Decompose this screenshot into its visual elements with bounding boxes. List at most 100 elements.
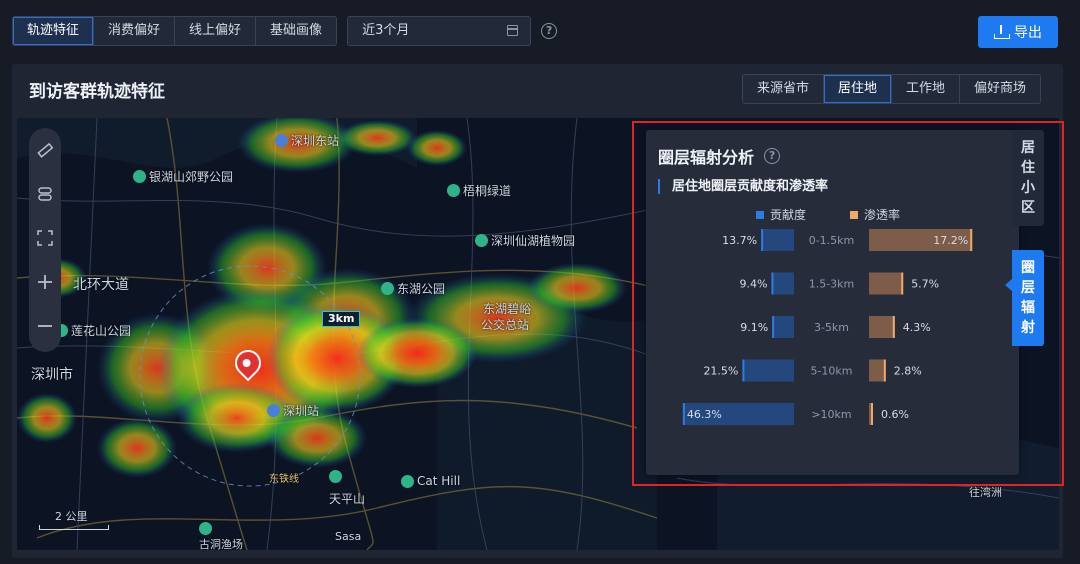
panel-subtitle: 居住地圈层贡献度和渗透率	[658, 179, 828, 194]
tab-profile[interactable]: 基础画像	[256, 17, 337, 45]
top-toolbar: 轨迹特征 消费偏好 线上偏好 基础画像 近3个月 ?	[12, 16, 558, 46]
ring-analysis-panel: 圈层辐射分析 ? 居住地圈层贡献度和渗透率 贡献度 渗透率 0-1.5km 13.…	[646, 130, 1019, 475]
penetration-bar-edge	[970, 229, 973, 251]
poi-lianhuashan-park: 莲花山公园	[55, 322, 131, 339]
penetration-value-label: 0.6%	[881, 408, 909, 421]
layers-icon	[38, 187, 52, 201]
contribution-value-label: 9.4%	[739, 278, 767, 291]
category-label: 1.5-3km	[809, 278, 855, 291]
contribution-bar-edge	[742, 359, 745, 382]
poi-bus-terminal: 公交总站	[481, 318, 530, 332]
mountain-icon	[401, 474, 414, 488]
park-icon	[133, 170, 146, 183]
layers-tool-button[interactable]	[29, 172, 61, 216]
poi-wutong-greenway: 梧桐绿道	[447, 182, 511, 199]
scale-label: 2 公里	[55, 510, 88, 523]
penetration-bar-edge	[871, 403, 873, 425]
poi-tianping-mountain	[329, 470, 342, 483]
map-toolbar	[29, 128, 61, 352]
plus-icon	[38, 275, 52, 289]
ruler-tool-button[interactable]	[29, 128, 61, 172]
contribution-bar	[742, 359, 794, 382]
side-tab-ring[interactable]: 圈层辐射	[1012, 250, 1044, 346]
park-icon	[447, 184, 460, 197]
tab-consumption[interactable]: 消费偏好	[94, 17, 176, 45]
contribution-value-label: 9.1%	[740, 321, 768, 334]
side-tab-community[interactable]: 居住小区	[1012, 130, 1044, 226]
card-title: 到访客群轨迹特征	[29, 82, 165, 102]
contribution-bar-edge	[682, 403, 685, 425]
date-range-picker[interactable]: 近3个月	[347, 16, 532, 46]
poi-gudong-label: 古洞渔场	[199, 538, 243, 550]
place-sasa: Sasa	[335, 530, 362, 543]
contribution-bar-edge	[772, 316, 775, 338]
legend-swatch-contribution	[756, 210, 764, 219]
subtab-work[interactable]: 工作地	[891, 75, 960, 103]
penetration-bar-edge	[883, 359, 886, 382]
penetration-value-label: 17.2%	[933, 234, 968, 247]
poi-donghu-park: 东湖公园	[381, 280, 445, 297]
station-icon	[275, 134, 288, 147]
category-label: 5-10km	[810, 365, 852, 378]
poi-gudong-fishery	[199, 522, 212, 535]
legend-contribution: 贡献度	[756, 206, 806, 223]
scale-bar	[39, 525, 109, 530]
radius-label: 3km	[322, 311, 361, 327]
download-icon	[994, 25, 1010, 39]
penetration-value-label: 2.8%	[894, 365, 922, 378]
poi-tianping-label: 天平山	[329, 492, 366, 506]
place-wangwanzhou: 往湾洲	[969, 486, 1002, 499]
category-label: >10km	[811, 408, 851, 421]
help-icon[interactable]: ?	[541, 23, 558, 39]
category-label: 3-5km	[814, 321, 849, 334]
penetration-bar	[869, 359, 886, 382]
category-label: 0-1.5km	[809, 234, 855, 247]
card-subtabs: 来源省市 居住地 工作地 偏好商场	[741, 74, 1041, 104]
subtab-origin[interactable]: 来源省市	[742, 75, 824, 103]
city-shenzhen: 深圳市	[31, 367, 73, 383]
poi-shenzhen-east-station: 深圳东站	[275, 132, 339, 149]
subtab-mall[interactable]: 偏好商场	[959, 75, 1040, 103]
rail-east-line: 东铁线	[269, 474, 299, 485]
main-tabs: 轨迹特征 消费偏好 线上偏好 基础画像	[12, 16, 338, 46]
penetration-bar	[869, 272, 904, 295]
chart-legend: 贡献度 渗透率	[756, 206, 900, 223]
penetration-value-label: 5.7%	[911, 278, 939, 291]
park-icon	[199, 522, 212, 535]
station-icon	[267, 404, 280, 417]
fullscreen-icon	[37, 230, 53, 246]
penetration-bar-edge	[892, 316, 895, 338]
poi-donghu-biyu: 东湖碧峪	[483, 302, 532, 316]
subtab-residence[interactable]: 居住地	[823, 75, 892, 103]
park-icon	[475, 234, 488, 247]
penetration-value-label: 4.3%	[903, 321, 931, 334]
date-range-value: 近3个月	[362, 23, 410, 38]
contribution-bar-edge	[761, 229, 764, 251]
tab-trajectory[interactable]: 轨迹特征	[13, 17, 95, 45]
panel-title: 圈层辐射分析 ?	[658, 144, 781, 168]
poi-cat-hill: Cat Hill	[401, 474, 460, 488]
poi-yinhu-park: 银湖山郊野公园	[133, 168, 233, 185]
side-tab-pointer	[1005, 278, 1013, 292]
zoom-in-button[interactable]	[29, 260, 61, 304]
minus-icon	[38, 325, 52, 327]
calendar-icon	[507, 25, 519, 36]
tab-online[interactable]: 线上偏好	[175, 17, 257, 45]
panel-help-icon[interactable]: ?	[764, 148, 781, 164]
contribution-bar	[761, 229, 794, 251]
mountain-icon	[329, 470, 342, 483]
contribution-value-label: 21.5%	[703, 365, 738, 378]
ruler-icon	[37, 142, 54, 158]
contribution-bar	[772, 316, 794, 338]
contribution-bar	[771, 272, 794, 295]
fullscreen-button[interactable]	[29, 216, 61, 260]
contribution-value-label: 13.7%	[722, 234, 757, 247]
contribution-bar-edge	[771, 272, 774, 295]
penetration-bar	[869, 316, 895, 338]
contribution-value-label: 46.3%	[687, 408, 722, 421]
poi-xianhu-garden: 深圳仙湖植物园	[475, 232, 575, 249]
export-button[interactable]: 导出	[978, 16, 1058, 48]
zoom-out-button[interactable]	[29, 304, 61, 348]
legend-penetration: 渗透率	[850, 206, 900, 223]
side-tabs: 居住小区 圈层辐射	[1012, 130, 1044, 346]
